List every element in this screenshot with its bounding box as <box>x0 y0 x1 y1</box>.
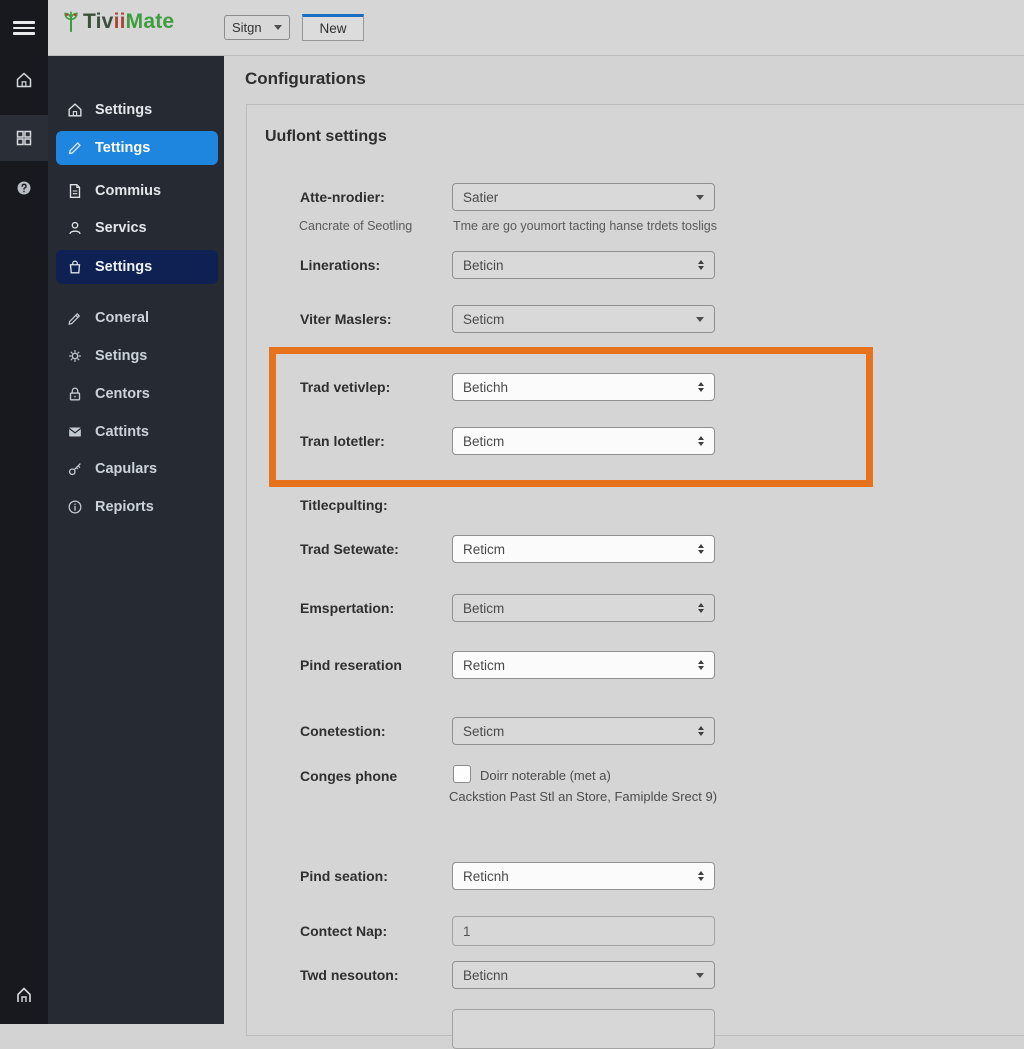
bag-icon <box>66 258 84 276</box>
field-label: Linerations: <box>300 257 381 273</box>
select-stepper-icon <box>698 725 704 737</box>
checkbox-subtext: Cackstion Past Stl an Store, Famiplde Sr… <box>449 789 718 804</box>
field-label: Pind seation: <box>300 868 388 884</box>
sidebar: Settings Tettings Commius Servics Settin… <box>48 55 224 1024</box>
select-stepper-icon <box>698 435 704 447</box>
checkbox-label: Doirr noterable (met a) <box>480 768 611 783</box>
envelope-icon <box>66 423 84 441</box>
settings-card: Uuflont settings Atte-nrodier: Satier Ca… <box>246 104 1024 1049</box>
field-label: Tran lotetler: <box>300 433 385 449</box>
select-stepper-icon <box>698 659 704 671</box>
highlight-rectangle <box>269 347 873 487</box>
tran-lotetler-select[interactable]: Beticm <box>452 427 715 455</box>
sidebar-item-capulars[interactable]: Capulars <box>56 452 218 486</box>
pen-icon <box>66 309 84 327</box>
select-stepper-icon <box>698 381 704 393</box>
partial-input[interactable] <box>452 1009 715 1049</box>
sidebar-item-cattints[interactable]: Cattints <box>56 415 218 449</box>
gear-icon <box>66 347 84 365</box>
contect-nap-input[interactable]: 1 <box>452 916 715 946</box>
sidebar-item-settings-top[interactable]: Settings <box>56 93 218 127</box>
field-label: Twd nesouton: <box>300 967 399 983</box>
sidebar-item-setings[interactable]: Setings <box>56 339 218 373</box>
field-label: Emspertation: <box>300 600 395 616</box>
icon-strip <box>0 0 48 1024</box>
field-label: Pind reseration <box>300 657 402 673</box>
field-label: Contect Nap: <box>300 923 388 939</box>
sign-dropdown[interactable]: Sitgn <box>224 15 290 40</box>
sidebar-item-servics[interactable]: Servics <box>56 211 218 245</box>
helper-text-left: Cancrate of Seotling <box>299 219 413 233</box>
app-logo: TiviiMate <box>62 10 174 34</box>
field-label: Conetestion: <box>300 723 386 739</box>
field-label: Titlecpulting: <box>300 497 388 513</box>
home-bottom-icon[interactable] <box>14 985 34 1005</box>
field-label: Trad vetivlep: <box>300 379 391 395</box>
sidebar-item-commius[interactable]: Commius <box>56 174 218 208</box>
pencil-icon <box>66 139 84 157</box>
trad-vetivlep-select[interactable]: Betichh <box>452 373 715 401</box>
new-button[interactable]: New <box>302 14 364 41</box>
help-circle-icon[interactable] <box>14 178 34 198</box>
app-title: TiviiMate <box>83 10 175 33</box>
checkbox[interactable] <box>453 765 471 783</box>
field-label: Atte-nrodier: <box>300 189 385 205</box>
sidebar-item-tettings[interactable]: Tettings <box>56 131 218 165</box>
atte-nrodier-select[interactable]: Satier <box>452 183 715 211</box>
pind-seation-select[interactable]: Reticnh <box>452 862 715 890</box>
twd-nesouton-select[interactable]: Beticnn <box>452 961 715 989</box>
info-circle-icon <box>66 498 84 516</box>
conetestion-select[interactable]: Seticm <box>452 717 715 745</box>
field-label: Trad Setewate: <box>300 541 399 557</box>
sidebar-item-settings-navy[interactable]: Settings <box>56 250 218 284</box>
main-content: Configurations Uuflont settings Atte-nro… <box>224 55 1024 1049</box>
viter-maslers-select[interactable]: Seticm <box>452 305 715 333</box>
document-icon <box>66 182 84 200</box>
field-label: Viter Maslers: <box>300 311 392 327</box>
sign-dropdown-value: Sitgn <box>232 20 262 35</box>
top-bar: TiviiMate Sitgn New <box>48 0 1024 56</box>
home-icon[interactable] <box>14 70 34 90</box>
key-icon <box>66 460 84 478</box>
person-icon <box>66 219 84 237</box>
hamburger-menu-icon[interactable] <box>13 21 35 35</box>
select-stepper-icon <box>698 602 704 614</box>
select-stepper-icon <box>698 259 704 271</box>
linerations-select[interactable]: Beticin <box>452 251 715 279</box>
chevron-down-icon <box>696 194 704 200</box>
home-icon <box>66 101 84 119</box>
chevron-down-icon <box>696 972 704 978</box>
lock-icon <box>66 385 84 403</box>
helper-text-right: Tme are go youmort tacting hanse trdets … <box>453 219 718 233</box>
emspertation-select[interactable]: Beticm <box>452 594 715 622</box>
sidebar-item-repiorts[interactable]: Repiorts <box>56 490 218 524</box>
pind-reseration-select[interactable]: Reticm <box>452 651 715 679</box>
sidebar-item-coneral[interactable]: Coneral <box>56 301 218 335</box>
chevron-down-icon <box>274 25 282 30</box>
tree-logo-icon <box>62 10 80 34</box>
page-title: Configurations <box>245 69 366 88</box>
select-stepper-icon <box>698 870 704 882</box>
select-stepper-icon <box>698 543 704 555</box>
field-label: Conges phone <box>300 768 398 784</box>
chevron-down-icon <box>696 316 704 322</box>
modules-grid-icon[interactable] <box>14 128 34 148</box>
trad-setewate-select[interactable]: Reticm <box>452 535 715 563</box>
sidebar-item-centors[interactable]: Centors <box>56 377 218 411</box>
section-title: Uuflont settings <box>265 128 387 145</box>
